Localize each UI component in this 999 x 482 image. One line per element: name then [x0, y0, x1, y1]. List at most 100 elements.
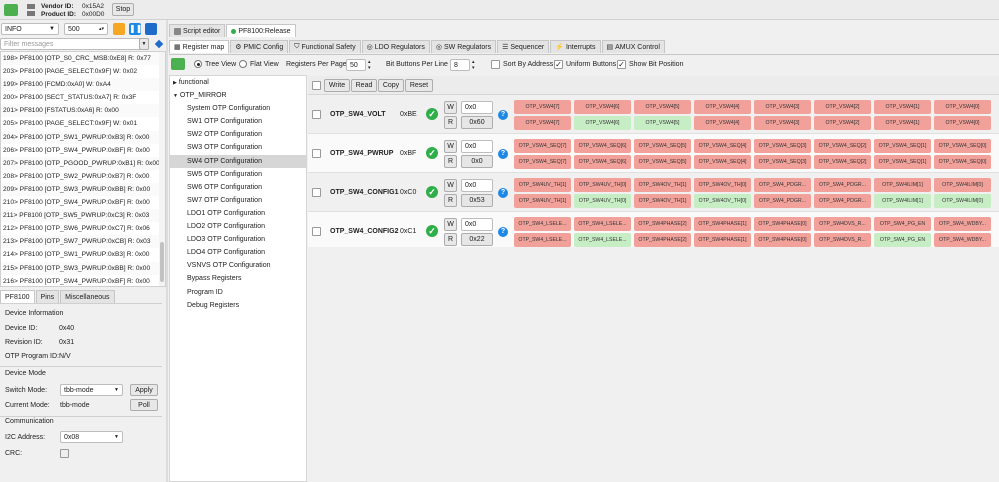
read-bit-button[interactable]: OTP_SW4_PG_EN: [874, 233, 931, 247]
read-bit-button[interactable]: OTP_SW4OV_TH[0]: [694, 194, 751, 208]
read-bit-button[interactable]: OTP_VSW4_SEQ[3]: [754, 155, 811, 169]
read-bit-button[interactable]: OTP_SW4_PDGR...: [754, 194, 811, 208]
write-bit-button[interactable]: OTP_SW4ILIM[0]: [934, 178, 991, 192]
log-line[interactable]: 215> PF8100 [OTP_SW3_PWRUP:0xBB] R: 0x00: [1, 261, 165, 275]
register-select-checkbox[interactable]: [312, 110, 321, 119]
write-bit-button[interactable]: OTP_SW4OV_TH[1]: [634, 178, 691, 192]
write-bit-button[interactable]: OTP_VSW4_SEQ[7]: [514, 139, 571, 153]
read-bit-button[interactable]: OTP_SW4UV_TH[1]: [514, 194, 571, 208]
sort-by-address-checkbox[interactable]: [491, 60, 500, 69]
write-bit-button[interactable]: OTP_SW4OV_TH[0]: [694, 178, 751, 192]
write-bit-button[interactable]: OTP_VSW4[3]: [754, 100, 811, 114]
tree-item[interactable]: SW7 OTP Configuration: [170, 194, 306, 207]
log-line[interactable]: 201> PF8100 [FSTATUS:0xA6] R: 0x00: [1, 104, 165, 118]
tab-pf8100[interactable]: PF8100: [0, 290, 35, 303]
help-icon[interactable]: ?: [498, 227, 508, 237]
read-bit-button[interactable]: OTP_VSW4[6]: [574, 116, 631, 130]
chevron-down-icon[interactable]: ▼: [173, 93, 178, 99]
stop-button[interactable]: Stop: [112, 3, 134, 16]
write-bit-button[interactable]: OTP_SW4DVS_R...: [814, 217, 871, 231]
read-bit-button[interactable]: OTP_VSW4[5]: [634, 116, 691, 130]
log-level-select[interactable]: INFO ▼: [1, 23, 59, 35]
write-bit-button[interactable]: OTP_VSW4_SEQ[0]: [934, 139, 991, 153]
register-select-checkbox[interactable]: [312, 227, 321, 236]
copy-button[interactable]: Copy: [378, 79, 404, 92]
read-bit-button[interactable]: OTP_VSW4_SEQ[7]: [514, 155, 571, 169]
tab-ldo-regulators[interactable]: ◎ LDO Regulators: [361, 40, 430, 53]
tab-interrupts[interactable]: ⚡ Interrupts: [550, 40, 601, 53]
read-bit-button[interactable]: OTP_SW4PHASE[1]: [694, 233, 751, 247]
tab-miscellaneous[interactable]: Miscellaneous: [60, 290, 115, 303]
uniform-buttons-checkbox[interactable]: [554, 60, 563, 69]
tree-item[interactable]: Bypass Registers: [170, 272, 306, 285]
log-line[interactable]: 205> PF8100 [PAGE_SELECT:0x9F] W: 0x01: [1, 117, 165, 130]
tab-pins[interactable]: Pins: [35, 290, 60, 303]
register-write-value-input[interactable]: 0x0: [461, 179, 493, 192]
read-bit-button[interactable]: OTP_SW4OV_TH[1]: [634, 194, 691, 208]
read-bit-button[interactable]: OTP_SW4_LSELE...: [574, 233, 631, 247]
spinner-arrows-icon[interactable]: ▴▾: [99, 26, 107, 32]
read-bit-button[interactable]: OTP_SW4_WDBY...: [934, 233, 991, 247]
write-bit-button[interactable]: OTP_SW4PHASE[0]: [754, 217, 811, 231]
connection-icon[interactable]: [4, 4, 18, 16]
read-bit-button[interactable]: OTP_VSW4_SEQ[6]: [574, 155, 631, 169]
log-line[interactable]: 203> PF8100 [PAGE_SELECT:0x9F] W: 0x02: [1, 65, 165, 78]
register-write-value-input[interactable]: 0x0: [461, 218, 493, 231]
read-bit-button[interactable]: OTP_SW4_LSELE...: [514, 233, 571, 247]
log-line[interactable]: 206> PF8100 [OTP_SW4_PWRUP:0xBF] R: 0x00: [1, 144, 165, 157]
write-bit-button[interactable]: OTP_VSW4[0]: [934, 100, 991, 114]
log-count-spinner[interactable]: 500 ▴▾: [64, 23, 108, 35]
register-select-checkbox[interactable]: [312, 149, 321, 158]
register-read-button[interactable]: R: [444, 233, 457, 246]
write-bit-button[interactable]: OTP_SW4PHASE[2]: [634, 217, 691, 231]
write-bit-button[interactable]: OTP_SW4PHASE[1]: [694, 217, 751, 231]
read-bit-button[interactable]: OTP_VSW4[1]: [874, 116, 931, 130]
write-bit-button[interactable]: OTP_SW4UV_TH[0]: [574, 178, 631, 192]
register-write-button[interactable]: W: [444, 218, 457, 231]
write-bit-button[interactable]: OTP_SW4_PG_EN: [874, 217, 931, 231]
write-button[interactable]: Write: [324, 79, 350, 92]
tab-sw-regulators[interactable]: ◎ SW Regulators: [430, 40, 497, 53]
tree-item[interactable]: SW3 OTP Configuration: [170, 141, 306, 154]
register-read-button[interactable]: R: [444, 116, 457, 129]
tab-amux-control[interactable]: ▤ AMUX Control: [601, 40, 665, 53]
select-all-checkbox[interactable]: [312, 81, 321, 90]
tree-item[interactable]: LDO1 OTP Configuration: [170, 207, 306, 220]
help-icon[interactable]: ?: [498, 110, 508, 120]
write-bit-button[interactable]: OTP_VSW4[2]: [814, 100, 871, 114]
filter-messages-input[interactable]: Filter messages: [0, 38, 149, 50]
log-line[interactable]: 198> PF8100 [OTP_S0_CRC_MSB:0xE8] R: 0x7…: [1, 52, 165, 66]
log-line[interactable]: 210> PF8100 [OTP_SW4_PWRUP:0xBF] R: 0x00: [1, 196, 165, 209]
write-bit-button[interactable]: OTP_VSW4_SEQ[5]: [634, 139, 691, 153]
read-bit-button[interactable]: OTP_VSW4[2]: [814, 116, 871, 130]
panel-divider[interactable]: [166, 20, 168, 482]
reset-button[interactable]: Reset: [405, 79, 433, 92]
tree-item[interactable]: System OTP Configuration: [170, 102, 306, 115]
diamond-icon[interactable]: [154, 39, 164, 49]
write-bit-button[interactable]: OTP_VSW4[7]: [514, 100, 571, 114]
tree-item[interactable]: LDO3 OTP Configuration: [170, 233, 306, 246]
tree-item[interactable]: Debug Registers: [170, 299, 306, 312]
log-line[interactable]: 216> PF8100 [OTP_SW4_PWRUP:0xBF] R: 0x00: [1, 275, 165, 286]
tab-pf8100-release[interactable]: PF8100:Release: [226, 24, 296, 37]
register-write-value-input[interactable]: 0x0: [461, 140, 493, 153]
read-bit-button[interactable]: OTP_SW4PHASE[2]: [634, 233, 691, 247]
read-bit-button[interactable]: OTP_VSW4_SEQ[0]: [934, 155, 991, 169]
write-bit-button[interactable]: OTP_VSW4[6]: [574, 100, 631, 114]
write-bit-button[interactable]: OTP_SW4_WDBY...: [934, 217, 991, 231]
register-select-checkbox[interactable]: [312, 188, 321, 197]
read-bit-button[interactable]: OTP_SW4_PDGR...: [814, 194, 871, 208]
chevron-right-icon[interactable]: ▶: [173, 80, 177, 86]
write-bit-button[interactable]: OTP_VSW4_SEQ[2]: [814, 139, 871, 153]
write-bit-button[interactable]: OTP_VSW4[5]: [634, 100, 691, 114]
tree-item[interactable]: SW4 OTP Configuration: [170, 154, 306, 168]
tree-item[interactable]: LDO2 OTP Configuration: [170, 220, 306, 233]
spinner-arrows-icon[interactable]: ▴▾: [368, 59, 371, 71]
write-bit-button[interactable]: OTP_VSW4[1]: [874, 100, 931, 114]
tree-item[interactable]: SW5 OTP Configuration: [170, 168, 306, 181]
tree-item[interactable]: LDO4 OTP Configuration: [170, 246, 306, 259]
register-write-button[interactable]: W: [444, 101, 457, 114]
read-bit-button[interactable]: OTP_VSW4_SEQ[2]: [814, 155, 871, 169]
read-bit-button[interactable]: OTP_VSW4_SEQ[5]: [634, 155, 691, 169]
tab-register-map[interactable]: ▦ Register map: [169, 40, 230, 53]
